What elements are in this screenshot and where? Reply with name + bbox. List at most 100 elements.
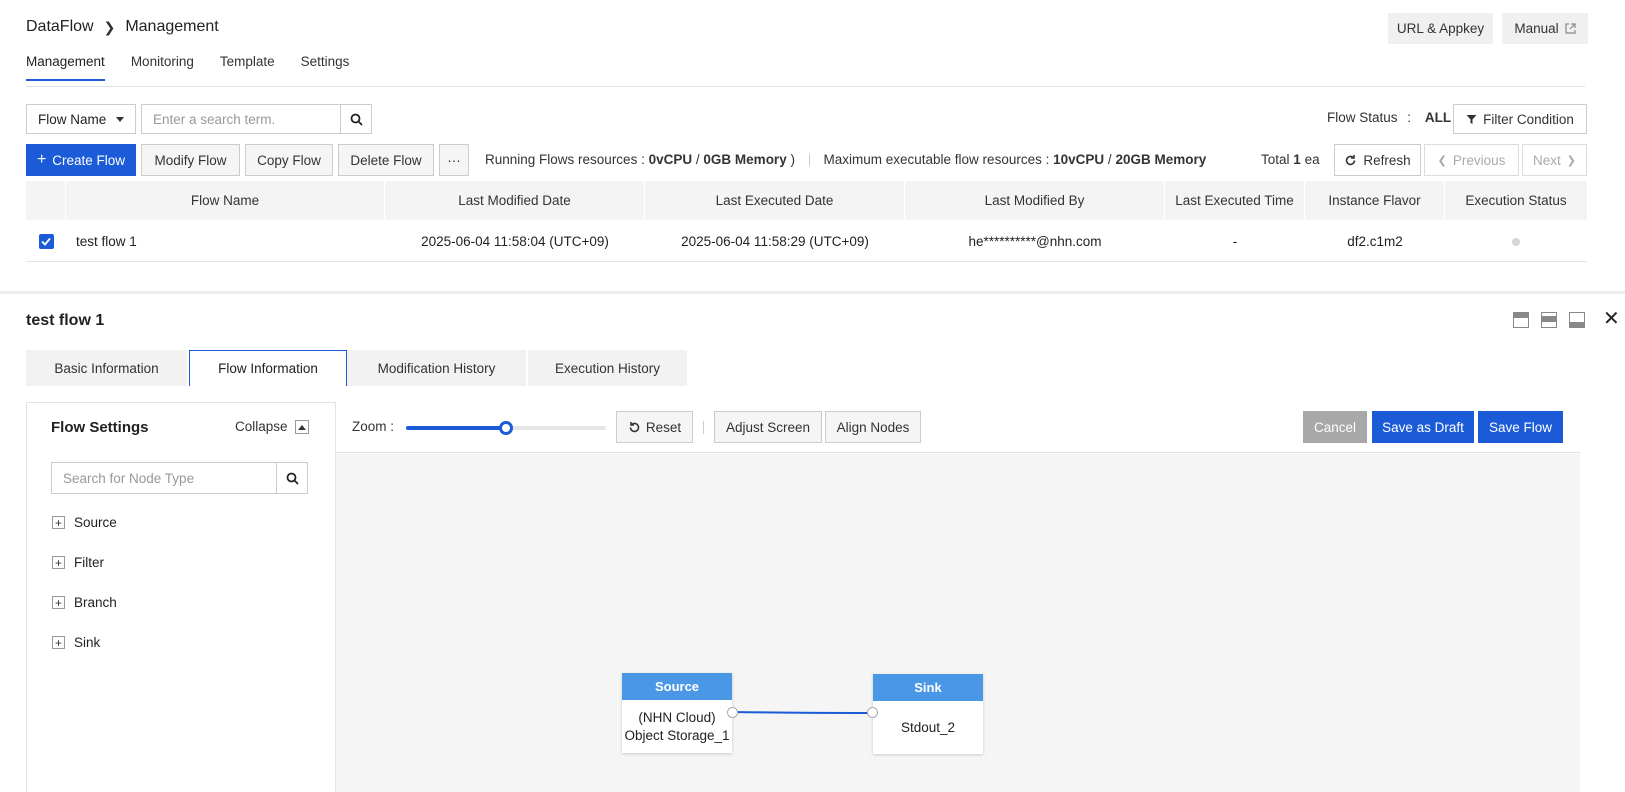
collapse-button[interactable]: Collapse xyxy=(235,419,309,434)
table-header: Flow Name Last Modified Date Last Execut… xyxy=(26,181,1587,220)
search-field-select[interactable]: Flow Name xyxy=(26,104,136,134)
adjust-screen-label: Adjust Screen xyxy=(725,419,811,435)
zoom-slider[interactable] xyxy=(406,421,606,435)
tree-item-source[interactable]: + Source xyxy=(52,515,117,530)
url-appkey-button[interactable]: URL & Appkey xyxy=(1388,13,1493,44)
cancel-button[interactable]: Cancel xyxy=(1303,411,1367,443)
running-slash: / xyxy=(695,152,700,167)
panel-divider[interactable] xyxy=(0,291,1625,294)
close-icon[interactable]: ✕ xyxy=(1603,309,1620,329)
create-flow-button[interactable]: + Create Flow xyxy=(26,144,136,176)
expand-icon[interactable]: + xyxy=(52,636,65,649)
cell-last-modified-date: 2025-06-04 11:58:04 (UTC+09) xyxy=(421,234,609,249)
adjust-screen-button[interactable]: Adjust Screen xyxy=(714,411,822,443)
breadcrumb-root[interactable]: DataFlow xyxy=(26,18,94,36)
tab-basic-information[interactable]: Basic Information xyxy=(26,350,187,386)
align-nodes-label: Align Nodes xyxy=(836,419,910,435)
more-button[interactable]: ··· xyxy=(439,144,469,176)
expand-icon[interactable]: + xyxy=(52,516,65,529)
column-header[interactable]: Flow Name xyxy=(66,181,385,220)
next-button[interactable]: Next ❯ xyxy=(1522,144,1587,176)
main-tabs: Management Monitoring Template Settings xyxy=(26,54,349,81)
running-memory: 0GB Memory xyxy=(703,152,787,167)
cell-instance-flavor: df2.c1m2 xyxy=(1347,234,1403,249)
cell-last-executed-date: 2025-06-04 11:58:29 (UTC+09) xyxy=(681,234,869,249)
chevron-up-icon xyxy=(294,419,309,434)
tree-item-branch[interactable]: + Branch xyxy=(52,595,117,610)
collapse-label: Collapse xyxy=(235,419,288,434)
tab-modification-history[interactable]: Modification History xyxy=(347,350,526,386)
panel-middle-icon[interactable] xyxy=(1541,312,1557,328)
tab-template[interactable]: Template xyxy=(220,54,275,81)
filter-icon xyxy=(1466,114,1477,124)
save-flow-label: Save Flow xyxy=(1488,419,1553,435)
source-node[interactable]: Source (NHN Cloud) Object Storage_1 xyxy=(622,673,732,753)
previous-label: Previous xyxy=(1452,152,1506,168)
save-as-draft-button[interactable]: Save as Draft xyxy=(1372,411,1474,443)
tab-flow-information[interactable]: Flow Information xyxy=(189,350,347,386)
editor-toolbar: Zoom : Reset Adjust Screen Align Nodes C… xyxy=(336,402,1580,453)
align-nodes-button[interactable]: Align Nodes xyxy=(825,411,921,443)
total-count: Total 1 ea xyxy=(1261,152,1320,167)
delete-flow-button[interactable]: Delete Flow xyxy=(338,144,434,176)
panel-size-controls xyxy=(1513,312,1585,328)
plus-icon: + xyxy=(36,151,47,168)
url-appkey-label: URL & Appkey xyxy=(1396,21,1485,36)
zoom-slider-handle[interactable] xyxy=(499,421,513,435)
expand-icon[interactable]: + xyxy=(52,556,65,569)
tree-item-label: Branch xyxy=(74,595,117,610)
refresh-button[interactable]: Refresh xyxy=(1334,144,1421,176)
tree-item-sink[interactable]: + Sink xyxy=(52,635,100,650)
tab-management[interactable]: Management xyxy=(26,54,105,81)
max-slash: / xyxy=(1107,152,1112,167)
node-type-search-input[interactable] xyxy=(51,462,277,494)
expand-icon[interactable]: + xyxy=(52,596,65,609)
node-search-button[interactable] xyxy=(276,462,308,494)
tab-settings[interactable]: Settings xyxy=(301,54,350,81)
flow-settings-title: Flow Settings xyxy=(51,419,149,436)
flow-status-colon: : xyxy=(1407,110,1412,125)
reset-button[interactable]: Reset xyxy=(616,411,693,443)
copy-flow-label: Copy Flow xyxy=(257,152,321,168)
panel-bottom-icon[interactable] xyxy=(1569,312,1585,328)
select-column-header xyxy=(26,181,66,220)
modify-flow-button[interactable]: Modify Flow xyxy=(141,144,240,176)
column-header[interactable]: Last Executed Date xyxy=(645,181,905,220)
column-header[interactable]: Last Modified Date xyxy=(385,181,645,220)
copy-flow-button[interactable]: Copy Flow xyxy=(245,144,333,176)
table-row[interactable]: test flow 1 2025-06-04 11:58:04 (UTC+09)… xyxy=(26,222,1587,262)
source-output-port[interactable] xyxy=(727,707,738,718)
tree-item-filter[interactable]: + Filter xyxy=(52,555,104,570)
breadcrumb-current: Management xyxy=(125,18,219,35)
sink-input-port[interactable] xyxy=(867,707,878,718)
create-flow-label: Create Flow xyxy=(52,152,126,168)
search-button[interactable] xyxy=(340,104,372,134)
flow-canvas[interactable]: Source (NHN Cloud) Object Storage_1 Sink… xyxy=(336,454,1580,792)
cancel-label: Cancel xyxy=(1313,419,1357,435)
manual-button[interactable]: Manual xyxy=(1502,13,1588,44)
filter-condition-label: Filter Condition xyxy=(1483,111,1574,127)
panel-top-icon[interactable] xyxy=(1513,312,1529,328)
column-header[interactable]: Last Modified By xyxy=(905,181,1165,220)
search-input[interactable] xyxy=(141,104,341,134)
running-resources-label: Running Flows resources : xyxy=(485,152,645,167)
row-checkbox[interactable] xyxy=(38,234,54,249)
execution-status-dot xyxy=(1512,237,1520,246)
flow-settings-sidebar: Flow Settings Collapse + Source + Filter… xyxy=(26,402,336,792)
column-header[interactable]: Last Executed Time xyxy=(1165,181,1305,220)
manual-label: Manual xyxy=(1514,21,1559,36)
sink-node-header: Sink xyxy=(873,674,983,701)
source-node-line1: (NHN Cloud) xyxy=(638,709,716,725)
previous-button[interactable]: ❮ Previous xyxy=(1424,144,1519,176)
tree-item-label: Filter xyxy=(74,555,104,570)
tab-monitoring[interactable]: Monitoring xyxy=(131,54,194,81)
sink-node[interactable]: Sink Stdout_2 xyxy=(873,674,983,754)
tab-execution-history[interactable]: Execution History xyxy=(528,350,687,386)
column-header[interactable]: Execution Status xyxy=(1445,181,1587,220)
save-flow-button[interactable]: Save Flow xyxy=(1478,411,1563,443)
zoom-slider-fill xyxy=(406,426,506,430)
refresh-icon xyxy=(1346,154,1356,165)
column-header[interactable]: Instance Flavor xyxy=(1305,181,1445,220)
toolbar-divider xyxy=(703,421,704,434)
filter-condition-button[interactable]: Filter Condition xyxy=(1453,104,1587,134)
